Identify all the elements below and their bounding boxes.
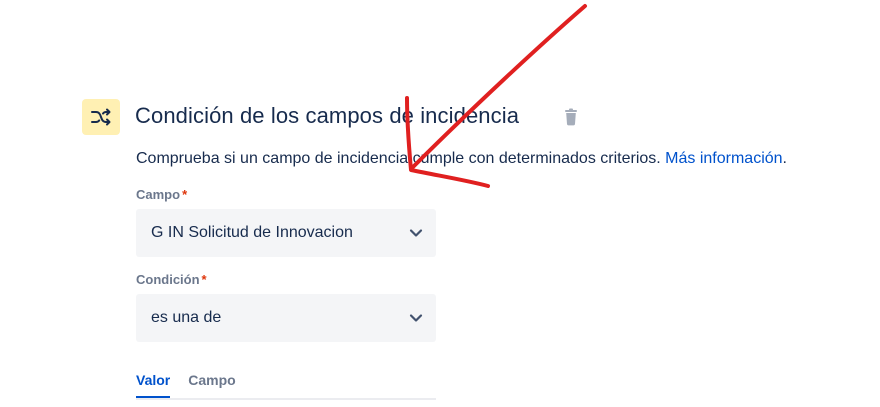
chevron-down-icon <box>409 229 423 237</box>
description-text: Comprueba si un campo de incidencia cump… <box>136 150 661 167</box>
description-period: . <box>782 150 787 167</box>
chevron-down-icon <box>409 314 423 322</box>
required-marker: * <box>182 187 188 202</box>
value-source-tabs: Valor Campo <box>136 370 436 400</box>
condition-label-text: Condición <box>136 272 200 287</box>
red-arrow-annotation <box>405 4 587 188</box>
field-label-text: Campo <box>136 187 181 202</box>
field-label: Campo * <box>136 187 187 202</box>
page-title: Condición de los campos de incidencia <box>135 103 520 128</box>
condition-select[interactable]: es una de <box>136 294 436 342</box>
trash-icon[interactable] <box>563 108 579 126</box>
tab-campo[interactable]: Campo <box>188 370 235 394</box>
condition-select-value: es una de <box>151 309 222 326</box>
more-info-link[interactable]: Más información <box>665 150 782 167</box>
shuffle-icon <box>82 99 120 135</box>
field-select-value: G IN Solicitud de Innovacion <box>151 224 353 241</box>
required-marker: * <box>201 272 207 287</box>
condition-description: Comprueba si un campo de incidencia cump… <box>136 150 787 168</box>
field-select[interactable]: G IN Solicitud de Innovacion <box>136 209 436 257</box>
condition-label: Condición * <box>136 272 207 287</box>
tab-valor[interactable]: Valor <box>136 370 171 398</box>
